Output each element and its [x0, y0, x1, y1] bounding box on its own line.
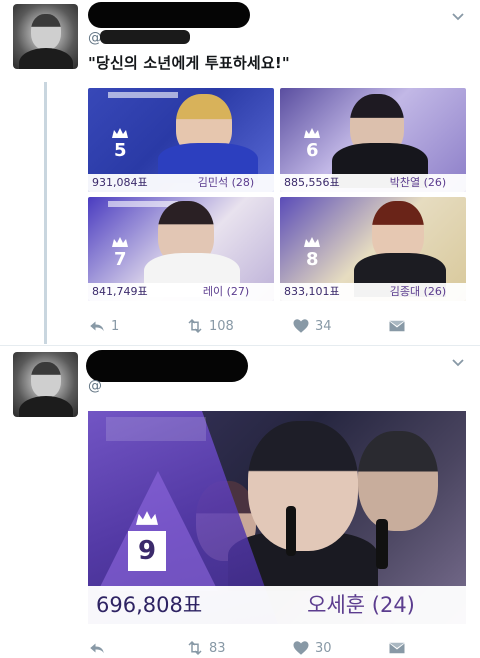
vote-count: 833,101표 — [280, 283, 370, 301]
tweet-actions: 1 108 34 — [88, 316, 418, 336]
trainee-name: 김종대 (26) — [370, 283, 466, 301]
rank-number: 8 — [306, 249, 319, 270]
retweet-icon — [188, 318, 202, 334]
trainee-name: 김민석 (28) — [178, 174, 274, 192]
media-card-rank-7[interactable]: 7 841,749표 레이 (27) — [88, 197, 274, 301]
retweet-count: 108 — [209, 318, 234, 334]
tweet-text: "당신의 소년에게 투표하세요!" — [88, 54, 290, 72]
dm-icon — [389, 320, 405, 332]
chevron-down-icon[interactable] — [450, 354, 466, 370]
vote-count: 696,808표 — [88, 586, 256, 624]
like-button[interactable]: 34 — [292, 316, 332, 336]
rank-number: 7 — [114, 249, 127, 270]
like-count: 34 — [315, 318, 332, 334]
rank-number: 5 — [114, 140, 127, 161]
crown-icon — [112, 128, 128, 138]
tweet-actions: 83 30 — [88, 638, 418, 658]
tweet-2: @ 9 696,808표 오세훈 (24) 83 30 — [0, 345, 480, 658]
reply-button[interactable]: 1 — [88, 316, 119, 336]
vote-count: 885,556표 — [280, 174, 370, 192]
heart-icon — [293, 319, 309, 333]
trainee-name: 박찬열 (26) — [370, 174, 466, 192]
media-card-rank-8[interactable]: 8 833,101표 김종대 (26) — [280, 197, 466, 301]
media-card-rank-9[interactable]: 9 696,808표 오세훈 (24) — [88, 411, 466, 624]
media-card-rank-5[interactable]: 5 931,084표 김민석 (28) — [88, 88, 274, 192]
redacted-username — [88, 2, 250, 28]
crown-icon — [304, 237, 320, 247]
crown-icon — [304, 128, 320, 138]
tweet-1: @ "당신의 소년에게 투표하세요!" 5 931,084표 김민석 (28) … — [0, 0, 480, 345]
media-card-rank-6[interactable]: 6 885,556표 박찬열 (26) — [280, 88, 466, 192]
heart-icon — [293, 641, 309, 655]
like-button[interactable]: 30 — [292, 638, 332, 658]
trainee-name: 오세훈 (24) — [256, 586, 466, 624]
thread-connector-line — [44, 82, 47, 344]
vote-count: 841,749표 — [88, 283, 178, 301]
crown-icon — [112, 237, 128, 247]
redacted-username — [86, 350, 248, 382]
avatar[interactable] — [13, 4, 78, 69]
avatar[interactable] — [13, 352, 78, 417]
chevron-down-icon[interactable] — [450, 8, 466, 24]
reply-icon — [90, 643, 104, 654]
trainee-name: 레이 (27) — [178, 283, 274, 301]
like-count: 30 — [315, 640, 332, 656]
retweet-button[interactable]: 83 — [186, 638, 226, 658]
reply-icon — [90, 321, 104, 332]
dm-icon — [389, 642, 405, 654]
media-grid[interactable]: 5 931,084표 김민석 (28) 6 885,556표 박찬열 (26) … — [88, 88, 466, 301]
rank-number: 6 — [306, 140, 319, 161]
vote-count: 931,084표 — [88, 174, 178, 192]
reply-button[interactable] — [88, 638, 111, 658]
retweet-button[interactable]: 108 — [186, 316, 234, 336]
retweet-count: 83 — [209, 640, 226, 656]
dm-button[interactable] — [388, 638, 411, 658]
redacted-handle — [100, 30, 190, 44]
rank-number: 9 — [128, 531, 166, 571]
user-handle[interactable]: @ — [88, 378, 102, 394]
reply-count: 1 — [111, 318, 120, 334]
dm-button[interactable] — [388, 316, 411, 336]
retweet-icon — [188, 640, 202, 656]
crown-icon — [136, 511, 158, 525]
